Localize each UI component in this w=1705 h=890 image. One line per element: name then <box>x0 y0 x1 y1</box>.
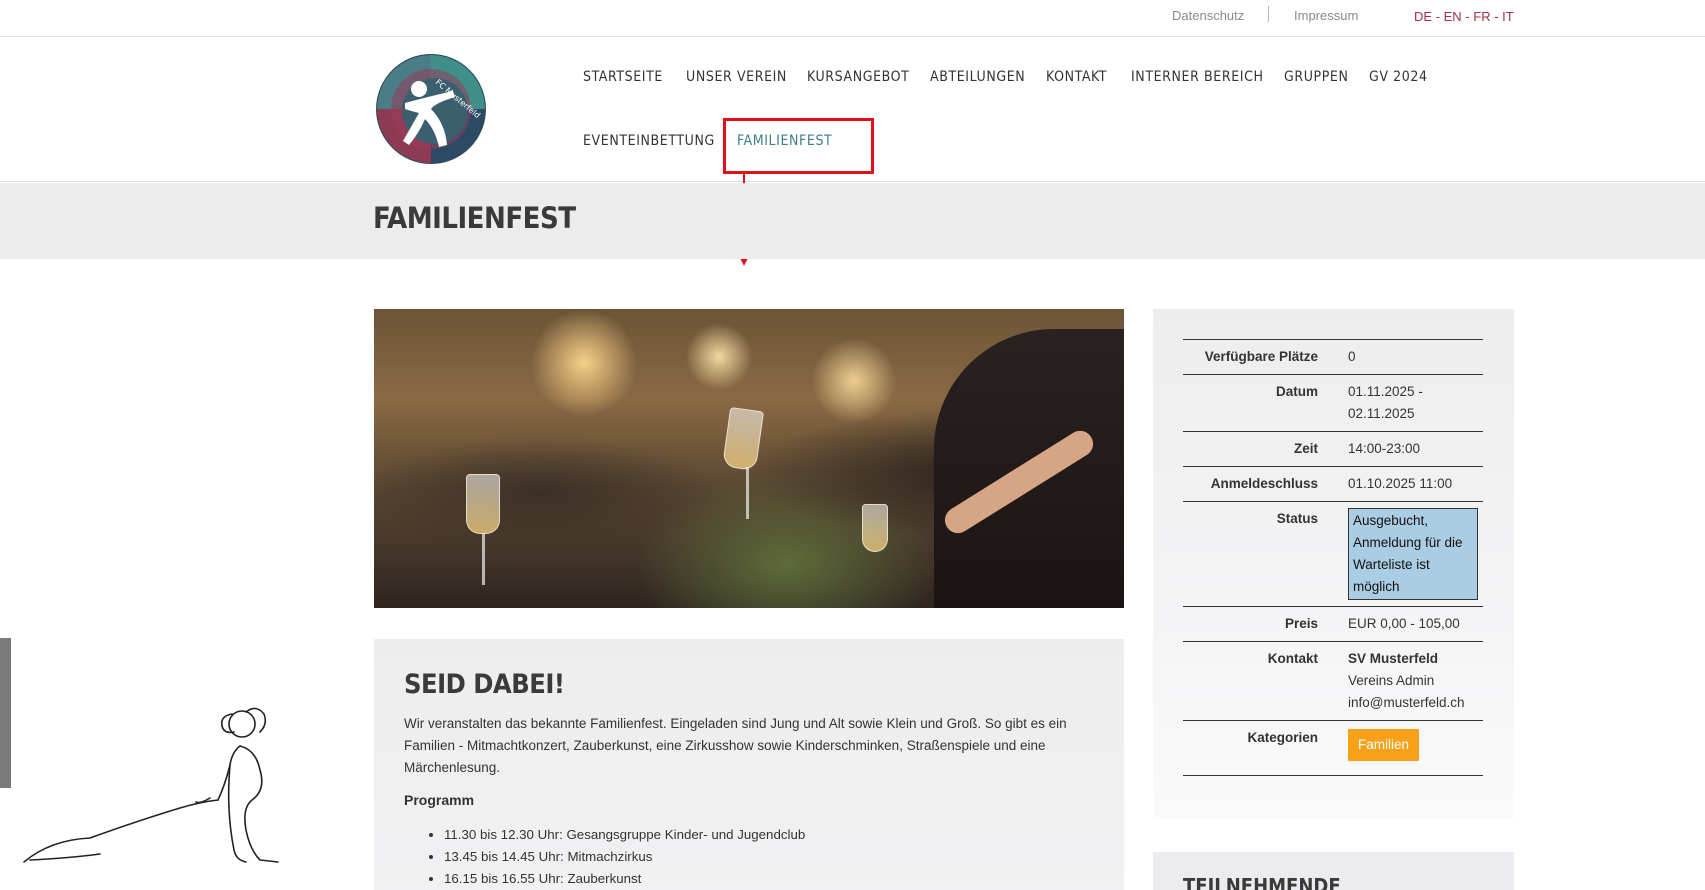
event-hero-image <box>374 309 1124 608</box>
category-tag-familien[interactable]: Familien <box>1348 729 1420 761</box>
price-label: Preis <box>1284 616 1318 631</box>
nav-abteilungen[interactable]: ABTEILUNGEN <box>930 69 1025 85</box>
status-label: Status <box>1276 511 1318 526</box>
contact-label: Kontakt <box>1267 651 1318 666</box>
date-start: 01.11.2025 - <box>1348 384 1423 399</box>
hero-glass-stem <box>746 467 749 519</box>
info-row-seats: Verfügbare Plätze 0 <box>1183 340 1483 375</box>
price-value: EUR 0,00 - 105,00 <box>1348 616 1460 631</box>
deadline-label: Anmeldeschluss <box>1210 476 1318 491</box>
contact-organization: SV Musterfeld <box>1348 651 1439 666</box>
nav-startseite[interactable]: STARTSEITE <box>583 69 663 85</box>
info-row-date: Datum 01.11.2025 - 02.11.2025 <box>1183 375 1483 432</box>
nav-kursangebot[interactable]: KURSANGEBOT <box>807 69 909 85</box>
page-title-band: FAMILIENFEST <box>0 183 1705 259</box>
info-row-status: Status Ausgebucht, Anmeldung für die War… <box>1183 502 1483 607</box>
status-badge: Ausgebucht, Anmeldung für die Warteliste… <box>1348 508 1478 600</box>
info-row-deadline: Anmeldeschluss 01.10.2025 11:00 <box>1183 467 1483 502</box>
program-list: 11.30 bis 12.30 Uhr: Gesangsgruppe Kinde… <box>444 824 805 890</box>
language-en[interactable]: EN <box>1444 9 1462 24</box>
yoga-illustration-icon <box>23 707 279 863</box>
club-logo[interactable]: FC Musterfeld <box>375 53 487 165</box>
language-de[interactable]: DE <box>1414 9 1432 24</box>
top-bar: Datenschutz Impressum DE - EN - FR - IT <box>0 0 1705 37</box>
imprint-link[interactable]: Impressum <box>1294 8 1358 23</box>
nav-kontakt[interactable]: KONTAKT <box>1046 69 1107 85</box>
categories-label: Kategorien <box>1247 730 1318 745</box>
contact-email-link[interactable]: info@musterfeld.ch <box>1348 692 1483 714</box>
nav-gv-2024[interactable]: GV 2024 <box>1369 69 1428 85</box>
deadline-value: 01.10.2025 11:00 <box>1348 476 1453 491</box>
language-separator: - <box>1461 9 1474 24</box>
info-row-categories: Kategorien Familien <box>1183 721 1483 776</box>
language-fr[interactable]: FR <box>1473 9 1490 24</box>
program-title: Programm <box>404 792 475 808</box>
program-item: 16.15 bis 16.55 Uhr: Zauberkunst <box>444 868 805 890</box>
participants-title: TEILNEHMENDE <box>1183 874 1341 890</box>
event-description-card: SEID DABEI! Wir veranstalten das bekannt… <box>374 639 1124 890</box>
nav-unser-verein[interactable]: UNSER VEREIN <box>686 69 787 85</box>
hero-glass-right <box>862 504 888 552</box>
hero-glass-left <box>466 474 500 534</box>
date-label: Datum <box>1275 384 1318 399</box>
info-row-time: Zeit 14:00-23:00 <box>1183 432 1483 467</box>
categories-value: Familien <box>1318 727 1483 769</box>
language-separator: - <box>1432 9 1444 24</box>
nav-interner-bereich[interactable]: INTERNER BEREICH <box>1131 69 1264 85</box>
content-heading: SEID DABEI! <box>404 669 565 700</box>
participants-sidebar: TEILNEHMENDE <box>1153 852 1514 890</box>
page-title: FAMILIENFEST <box>373 201 576 235</box>
contact-value: SV Musterfeld Vereins Admin info@musterf… <box>1318 648 1483 714</box>
time-value: 14:00-23:00 <box>1348 441 1421 456</box>
language-separator: - <box>1490 9 1503 24</box>
program-item: 13.45 bis 14.45 Uhr: Mitmachzirkus <box>444 846 805 868</box>
topbar-divider <box>1268 6 1269 22</box>
hero-glass-center <box>721 406 765 472</box>
event-intro-text: Wir veranstalten das bekannte Familienfe… <box>404 716 1067 775</box>
time-label: Zeit <box>1293 441 1318 456</box>
seats-value: 0 <box>1348 349 1356 364</box>
date-end: 02.11.2025 <box>1348 406 1415 421</box>
date-value: 01.11.2025 - 02.11.2025 <box>1318 381 1483 425</box>
privacy-link[interactable]: Datenschutz <box>1172 8 1244 23</box>
nav-gruppen[interactable]: GRUPPEN <box>1284 69 1349 85</box>
feedback-side-tab[interactable] <box>0 638 11 788</box>
language-switcher: DE - EN - FR - IT <box>1414 9 1514 24</box>
nav-eventeinbettung[interactable]: EVENTEINBETTUNG <box>583 133 715 149</box>
event-info-table: Verfügbare Plätze 0 Datum 01.11.2025 - 0… <box>1183 339 1483 776</box>
language-it[interactable]: IT <box>1502 9 1514 24</box>
highlight-annotation-box <box>723 118 874 174</box>
hero-glass-stem <box>482 533 485 585</box>
event-info-sidebar: Verfügbare Plätze 0 Datum 01.11.2025 - 0… <box>1153 309 1514 819</box>
seats-label: Verfügbare Plätze <box>1204 349 1318 364</box>
status-value-cell: Ausgebucht, Anmeldung für die Warteliste… <box>1318 508 1483 600</box>
info-row-contact: Kontakt SV Musterfeld Vereins Admin info… <box>1183 642 1483 721</box>
program-item: 11.30 bis 12.30 Uhr: Gesangsgruppe Kinde… <box>444 824 805 846</box>
info-row-price: Preis EUR 0,00 - 105,00 <box>1183 607 1483 642</box>
contact-person: Vereins Admin <box>1348 673 1435 688</box>
